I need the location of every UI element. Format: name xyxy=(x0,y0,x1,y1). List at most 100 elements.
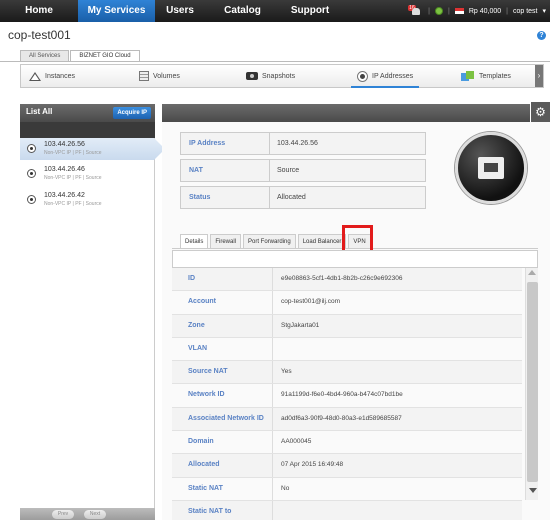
next-button[interactable]: Next xyxy=(84,510,106,519)
zone-tabs: All Services BIZNET GIO Cloud xyxy=(20,50,141,61)
nav-separator: | xyxy=(448,7,450,15)
summary-label: NAT xyxy=(189,167,203,174)
section-more-icon[interactable]: › xyxy=(535,65,543,87)
divider xyxy=(272,500,273,520)
list-title: List All xyxy=(26,107,53,116)
row-value: cop-test001@ilj.com xyxy=(281,298,340,306)
table-row: Zone StgJakarta01 xyxy=(172,314,522,338)
ip-meta: Non-VPC IP | PF | Source xyxy=(44,201,102,207)
details-scrollbar[interactable] xyxy=(525,268,538,500)
list-item[interactable]: 103.44.26.56 Non-VPC IP | PF | Source xyxy=(20,138,165,160)
divider xyxy=(272,407,273,431)
user-caret-icon[interactable]: ▾ xyxy=(542,7,546,15)
volumes-icon xyxy=(139,71,149,81)
row-value: 91a1199d-f6e0-4bd4-960a-b474c07bd1be xyxy=(281,391,403,399)
nav-right-group: 16 | | Rp 40,000 | cop test ▾ xyxy=(408,0,550,22)
table-row: Associated Network ID ad0df6a3-90f9-48d0-… xyxy=(172,407,522,432)
ip-list: 103.44.26.56 Non-VPC IP | PF | Source 10… xyxy=(20,138,165,508)
section-snapshots[interactable]: Snapshots xyxy=(246,65,295,87)
row-label: Allocated xyxy=(188,461,220,469)
ip-address-icon xyxy=(27,144,36,153)
snapshots-icon xyxy=(246,72,258,80)
row-value: No xyxy=(281,484,290,492)
section-nav: Instances Volumes Snapshots IP Addresses… xyxy=(20,64,544,88)
summary-row-nat: NAT Source xyxy=(180,159,426,182)
summary-value: 103.44.26.56 xyxy=(277,140,318,147)
section-label: Templates xyxy=(479,72,511,80)
bell-icon xyxy=(412,8,421,15)
prev-button[interactable]: Prev xyxy=(52,510,74,519)
nav-catalog[interactable]: Catalog xyxy=(215,0,270,22)
tab-details[interactable]: Details xyxy=(180,234,209,249)
list-header: List All Acquire IP xyxy=(20,104,155,122)
nav-support[interactable]: Support xyxy=(280,0,340,22)
section-instances[interactable]: Instances xyxy=(29,65,75,87)
section-label: Volumes xyxy=(153,72,180,80)
ip-address-icon xyxy=(357,70,368,82)
row-label: Associated Network ID xyxy=(188,414,264,422)
divider xyxy=(269,187,270,209)
tab-all-services[interactable]: All Services xyxy=(20,50,70,61)
row-label: Zone xyxy=(188,321,205,329)
nav-separator: | xyxy=(428,7,430,15)
table-row: Static NAT No xyxy=(172,477,522,501)
scroll-down-icon[interactable] xyxy=(529,488,537,493)
app-root: Home My Services Users Catalog Support 1… xyxy=(0,0,550,520)
status-icon xyxy=(435,7,443,15)
row-value: ad0df6a3-90f9-48d0-80a3-e1d589685587 xyxy=(281,414,402,422)
row-value: e9e08863-5cf1-4db1-8b2b-c26c9e692306 xyxy=(281,275,403,282)
row-label: VLAN xyxy=(188,344,208,352)
divider xyxy=(272,477,273,500)
row-label: Domain xyxy=(188,438,214,446)
ip-address: 103.44.26.56 xyxy=(44,141,85,148)
summary-label: IP Address xyxy=(189,140,226,147)
section-label: IP Addresses xyxy=(372,72,414,80)
summary-row-status: Status Allocated xyxy=(180,186,426,209)
nav-users[interactable]: Users xyxy=(155,0,205,22)
nav-my-services[interactable]: My Services xyxy=(78,0,155,22)
divider xyxy=(272,384,273,407)
row-label: Network ID xyxy=(188,391,225,399)
summary-label: Status xyxy=(189,194,211,201)
scroll-up-icon[interactable] xyxy=(528,270,536,275)
ip-meta: Non-VPC IP | PF | Source xyxy=(44,175,102,181)
section-templates[interactable]: Templates xyxy=(461,65,511,87)
divider xyxy=(272,291,273,314)
list-item[interactable]: 103.44.26.46 Non-VPC IP | PF | Source xyxy=(20,163,155,185)
row-label: Static NAT to xyxy=(188,507,232,515)
ip-address: 103.44.26.42 xyxy=(44,192,85,199)
summary-value: Source xyxy=(277,167,300,174)
table-row: VLAN xyxy=(172,337,522,362)
list-pager: Prev Next xyxy=(20,508,155,520)
tab-port-forwarding[interactable]: Port Forwarding xyxy=(243,234,296,249)
section-ip-addresses[interactable]: IP Addresses xyxy=(350,65,420,88)
tab-biznet-gio-cloud[interactable]: BIZNET GIO Cloud xyxy=(70,50,140,61)
details-table: ID e9e08863-5cf1-4db1-8b2b-c26c9e692306 A… xyxy=(172,268,522,520)
scroll-thumb[interactable] xyxy=(527,282,538,482)
nav-home[interactable]: Home xyxy=(0,0,78,22)
acquire-ip-button[interactable]: Acquire IP xyxy=(113,107,151,119)
tab-firewall[interactable]: Firewall xyxy=(210,234,242,249)
tab-load-balancer[interactable]: Load Balancer xyxy=(297,234,347,249)
detail-header xyxy=(162,104,530,122)
table-row: Source NAT Yes xyxy=(172,361,522,385)
user-menu[interactable]: cop test xyxy=(513,8,538,15)
gear-icon[interactable]: ⚙ xyxy=(531,102,550,122)
divider xyxy=(272,431,273,454)
table-row: Static NAT to xyxy=(172,500,522,520)
row-label: ID xyxy=(188,275,195,282)
page-title: cop-test001 xyxy=(8,28,71,42)
list-item[interactable]: 103.44.26.42 Non-VPC IP | PF | Source xyxy=(20,189,155,211)
ip-meta: Non-VPC IP | PF | Source xyxy=(44,150,102,156)
row-value: Yes xyxy=(281,368,292,376)
filter-bar xyxy=(172,250,538,268)
ip-address: 103.44.26.46 xyxy=(44,166,85,173)
summary-table: IP Address 103.44.26.56 NAT Source Statu… xyxy=(180,132,426,209)
notification-icon[interactable]: 16 xyxy=(408,5,423,16)
flag-icon xyxy=(454,8,464,14)
help-icon[interactable]: ? xyxy=(537,31,546,40)
ethernet-port-icon xyxy=(484,163,498,172)
row-label: Account xyxy=(188,298,216,306)
instances-icon xyxy=(29,71,41,81)
section-volumes[interactable]: Volumes xyxy=(139,65,180,87)
